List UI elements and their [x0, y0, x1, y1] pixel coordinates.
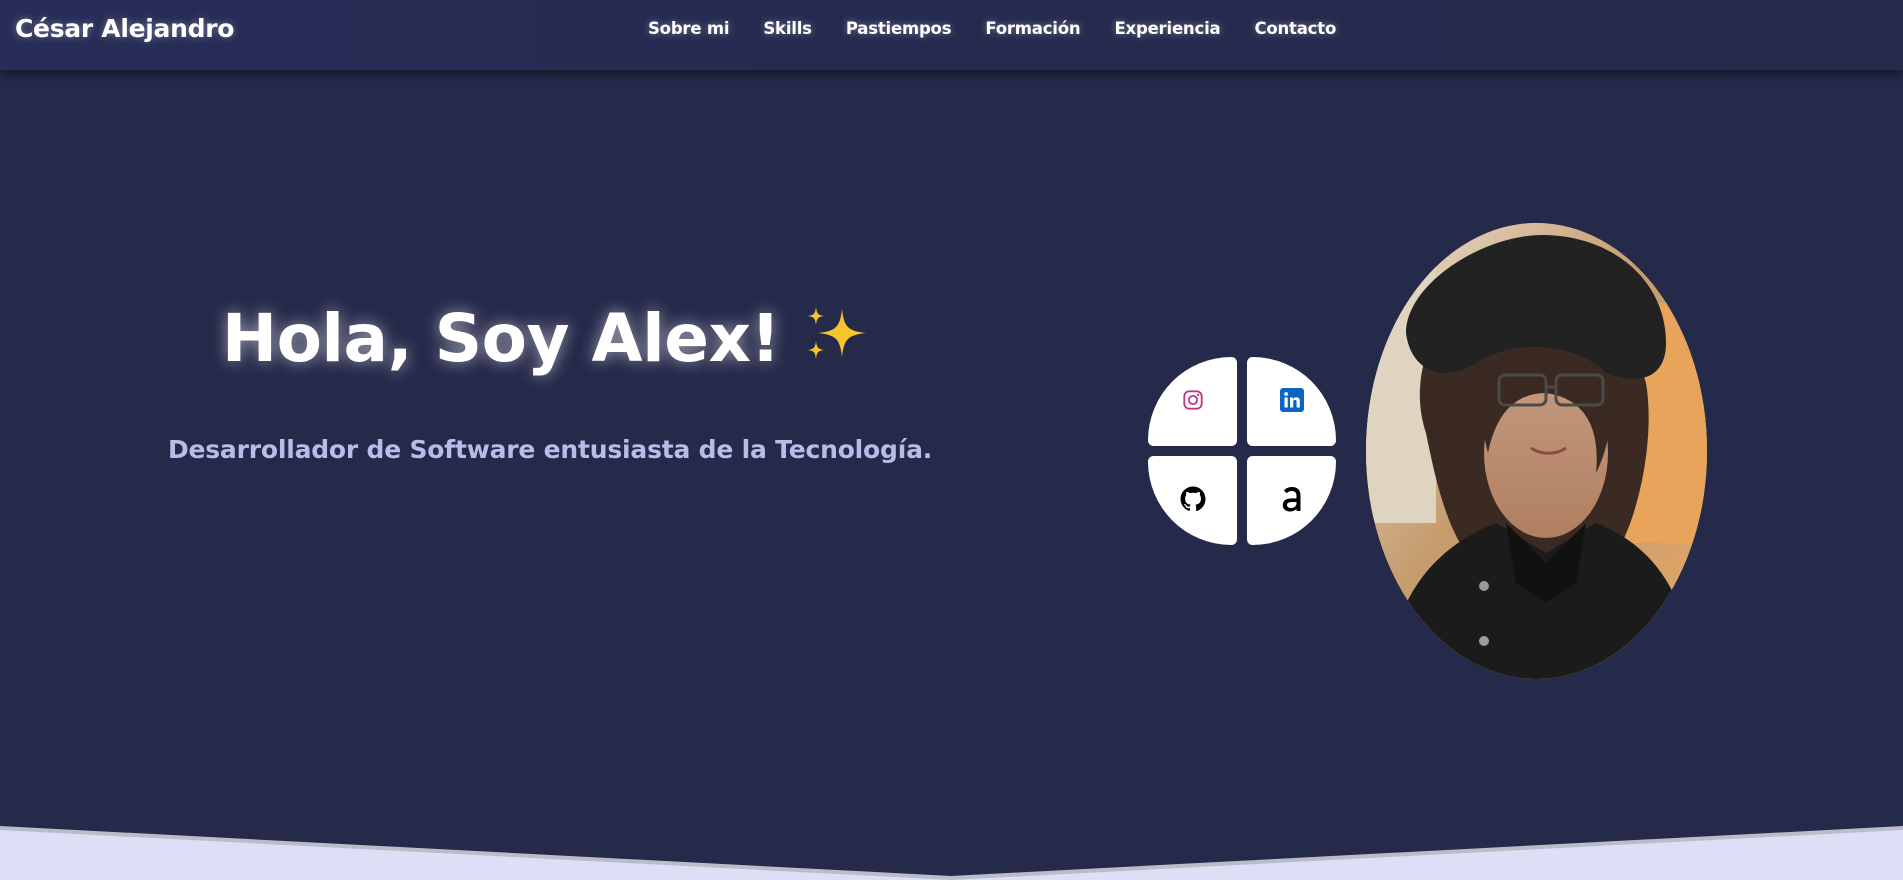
instagram-link[interactable]	[1148, 357, 1237, 446]
top-navbar: César Alejandro Sobre mi Skills Pastiemp…	[0, 0, 1903, 70]
linkedin-icon	[1279, 387, 1304, 416]
hero-subtitle: Desarrollador de Software entusiasta de …	[167, 435, 933, 464]
nav-item-sobre-mi[interactable]: Sobre mi	[648, 19, 730, 38]
nav-item-formacion[interactable]: Formación	[985, 19, 1080, 38]
profile-photo	[1366, 223, 1707, 679]
nav-item-contacto[interactable]: Contacto	[1254, 19, 1336, 38]
nav-item-skills[interactable]: Skills	[763, 19, 812, 38]
nav-item-experiencia[interactable]: Experiencia	[1114, 19, 1220, 38]
social-links	[1148, 357, 1336, 545]
anilist-icon	[1278, 484, 1306, 518]
sparkles-icon	[802, 304, 870, 381]
brand-logo[interactable]: César Alejandro	[15, 14, 234, 43]
hero-title-text: Hola, Soy Alex!	[221, 300, 781, 377]
github-link[interactable]	[1148, 456, 1237, 545]
nav-item-pastiempos[interactable]: Pastiempos	[846, 19, 952, 38]
section-divider	[0, 826, 1903, 880]
github-icon	[1180, 486, 1206, 516]
instagram-icon	[1182, 389, 1204, 415]
linkedin-link[interactable]	[1247, 357, 1336, 446]
anilist-link[interactable]	[1247, 456, 1336, 545]
nav-menu: Sobre mi Skills Pastiempos Formación Exp…	[648, 19, 1370, 38]
hero-title: Hola, Soy Alex!	[0, 300, 1092, 381]
